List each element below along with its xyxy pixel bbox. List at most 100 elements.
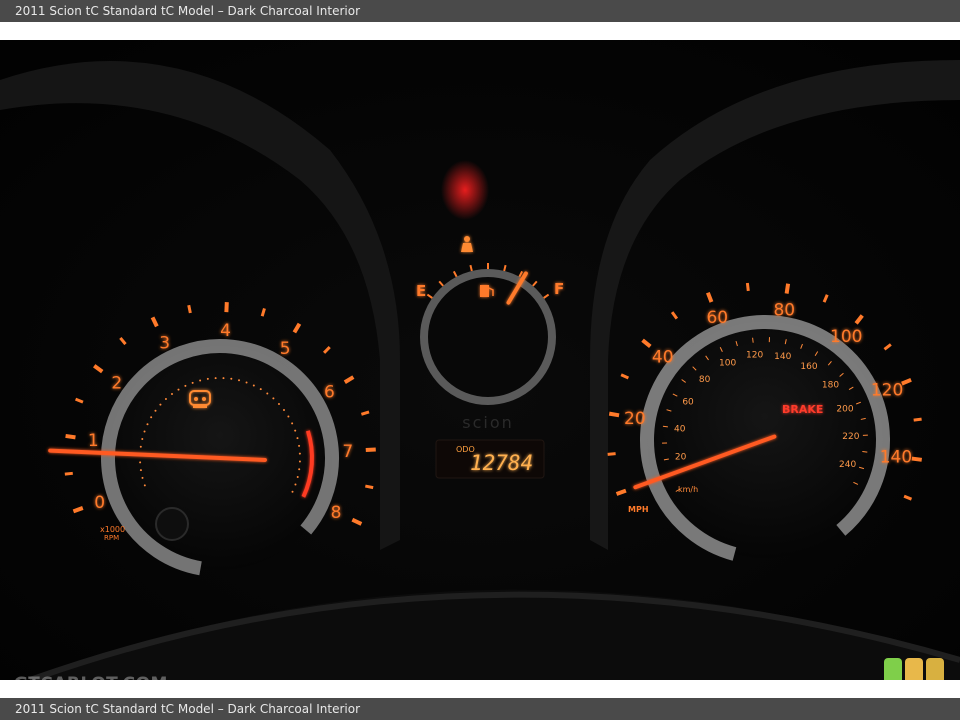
tach-number: 6: [324, 383, 335, 403]
tach-inner-dot: [143, 430, 146, 433]
kmh-tick: [752, 337, 754, 343]
tach-inner-dot: [150, 416, 153, 419]
tach-inner-dot: [272, 397, 275, 400]
mph-number: 60: [706, 308, 728, 328]
kmh-number: 20: [675, 453, 687, 463]
fuel-full-label: F: [554, 280, 564, 298]
kmh-number: 180: [822, 380, 839, 390]
kmh-number: 240: [839, 460, 856, 470]
tach-inner-dot: [141, 437, 144, 440]
brake-warning: BRAKE: [782, 403, 823, 416]
tach-tick: [365, 484, 374, 490]
kmh-number: 120: [746, 351, 763, 361]
dashboard-photo: 0 1 2 3 4 5 6 7 8 x1000 RPM E F scion ODO 12784 …: [0, 40, 960, 680]
tach-number: 4: [220, 321, 231, 341]
tach-inner-dot: [139, 469, 142, 472]
kmh-number: 220: [842, 432, 859, 442]
tach-inner-dot: [199, 379, 202, 382]
tach-inner-dot: [245, 381, 248, 384]
kmh-unit: km/h: [678, 485, 698, 494]
tach-inner-dot: [143, 484, 146, 487]
tach-inner-dot: [282, 408, 285, 411]
tach-inner-dot: [298, 468, 301, 471]
tach-inner-dot: [164, 398, 167, 401]
tach-inner-dot: [141, 476, 144, 479]
tach-inner-dot: [154, 409, 157, 412]
fuel-tick: [469, 264, 473, 272]
speedo-tick: [745, 282, 750, 292]
tach-unit-bottom: RPM: [104, 534, 119, 542]
kmh-number: 200: [836, 404, 853, 414]
tach-inner-dot: [291, 422, 294, 425]
tach-inner-dot: [146, 423, 149, 426]
kmh-number: 40: [674, 424, 686, 434]
kmh-number: 60: [682, 398, 694, 408]
fuel-empty-label: E: [416, 282, 426, 300]
tach-inner-dot: [222, 377, 225, 380]
instrument-cluster: 0 1 2 3 4 5 6 7 8 x1000 RPM E F scion ODO 12784 …: [0, 40, 960, 680]
speedo-tick: [784, 283, 791, 294]
tach-inner-dot: [252, 384, 255, 387]
tach-number: 2: [111, 373, 122, 393]
kmh-number: 160: [800, 362, 817, 372]
trip-reset-knob: [155, 507, 189, 541]
tach-number: 5: [280, 339, 291, 359]
kmh-number: 140: [774, 352, 791, 362]
tach-inner-dot: [291, 490, 294, 493]
kmh-number: 100: [719, 359, 736, 369]
tach-inner-dot: [238, 379, 241, 382]
mph-number: 100: [830, 327, 862, 347]
mph-number: 120: [871, 381, 903, 401]
mph-number: 40: [652, 348, 674, 368]
warning-glow: [441, 160, 489, 220]
caption-text: 2011 Scion tC Standard tC Model – Dark C…: [15, 702, 361, 716]
tach-tick: [65, 433, 76, 440]
odometer-value: 12784: [470, 451, 533, 475]
tach-number: 3: [159, 334, 170, 354]
tach-number: 7: [342, 442, 353, 462]
tach-inner-dot: [266, 392, 269, 395]
mph-number: 20: [624, 409, 646, 429]
tach-inner-dot: [296, 437, 299, 440]
tach-inner-dot: [298, 460, 301, 463]
brand-logo: scion: [462, 413, 514, 432]
tach-inner-dot: [287, 415, 290, 418]
mph-unit: MPH: [628, 505, 649, 514]
tach-tick: [187, 304, 192, 314]
tach-inner-dot: [177, 388, 180, 391]
speedo-tick: [608, 411, 620, 418]
caption-text: 2011 Scion tC Standard tC Model – Dark C…: [15, 4, 361, 18]
tach-tick: [365, 447, 376, 453]
caption-bar-top: 2011 Scion tC Standard tC Model – Dark C…: [0, 0, 960, 22]
tach-inner-dot: [298, 452, 301, 455]
speedo-tick: [607, 452, 616, 456]
tach-inner-dot: [191, 381, 194, 384]
tach-inner-dot: [294, 483, 297, 486]
mph-number: 80: [773, 300, 795, 320]
white-strip-bottom: [0, 680, 960, 698]
tach-inner-dot: [214, 377, 217, 380]
tach-inner-dot: [277, 402, 280, 405]
tach-inner-dot: [206, 377, 209, 380]
tach-number: 8: [331, 503, 342, 523]
tach-number: 1: [88, 431, 99, 451]
tach-inner-dot: [230, 377, 233, 380]
tach-unit-top: x1000: [100, 525, 125, 534]
fuel-tick: [503, 264, 507, 272]
tach-tick: [64, 471, 73, 476]
tach-inner-dot: [170, 393, 173, 396]
tach-inner-dot: [298, 444, 301, 447]
tach-inner-dot: [259, 388, 262, 391]
mph-number: 140: [880, 448, 912, 468]
white-strip-top: [0, 22, 960, 40]
tach-inner-dot: [139, 445, 142, 448]
kmh-tick: [862, 450, 868, 453]
caption-bar-bottom: 2011 Scion tC Standard tC Model – Dark C…: [0, 698, 960, 720]
kmh-tick: [662, 425, 668, 428]
tach-number: 0: [94, 493, 105, 513]
tach-inner-dot: [184, 384, 187, 387]
tach-inner-dot: [159, 403, 162, 406]
speedo-tick: [913, 417, 922, 422]
odometer: ODO 12784: [435, 439, 545, 479]
tach-inner-dot: [294, 429, 297, 432]
